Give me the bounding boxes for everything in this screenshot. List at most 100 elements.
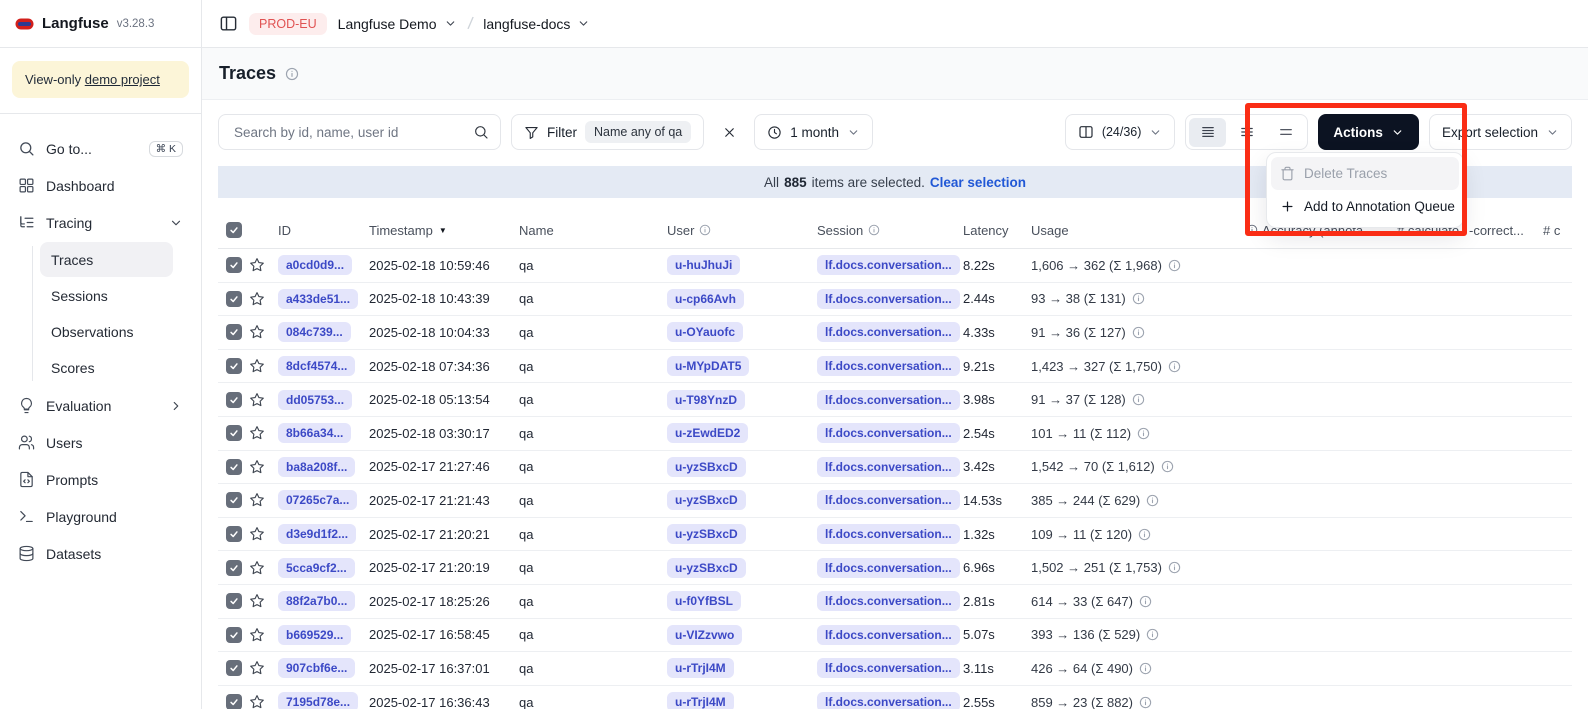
user-badge[interactable]: u-huJhuJi xyxy=(667,255,740,275)
menu-item-add-to-annotation-queue[interactable]: Add to Annotation Queue xyxy=(1271,190,1459,223)
col-header-usage[interactable]: Usage xyxy=(1031,223,1246,238)
col-header-timestamp[interactable]: Timestamp▼ xyxy=(369,223,519,238)
trace-id-badge[interactable]: 5cca9cf2... xyxy=(278,558,355,578)
trace-id-badge[interactable]: 07265c7a... xyxy=(278,490,357,510)
trace-id-badge[interactable]: a0cd0d9... xyxy=(278,255,352,275)
session-badge[interactable]: lf.docs.conversation... xyxy=(817,423,960,443)
row-checkbox[interactable] xyxy=(226,694,242,709)
menu-item-delete-traces[interactable]: Delete Traces xyxy=(1271,157,1459,190)
col-header-correct[interactable]: -correct... xyxy=(1469,223,1543,238)
row-checkbox[interactable] xyxy=(226,627,242,643)
trace-id-badge[interactable]: ba8a208f... xyxy=(278,457,355,477)
row-checkbox[interactable] xyxy=(226,425,242,441)
session-badge[interactable]: lf.docs.conversation... xyxy=(817,289,960,309)
project-selector[interactable]: langfuse-docs xyxy=(483,16,590,32)
col-header-session[interactable]: Session xyxy=(817,223,963,238)
session-badge[interactable]: lf.docs.conversation... xyxy=(817,322,960,342)
star-icon[interactable] xyxy=(249,425,265,441)
row-checkbox[interactable] xyxy=(226,492,242,508)
session-badge[interactable]: lf.docs.conversation... xyxy=(817,625,960,645)
row-checkbox[interactable] xyxy=(226,593,242,609)
star-icon[interactable] xyxy=(249,694,265,709)
sidebar-toggle-icon[interactable] xyxy=(219,14,238,33)
row-height-medium-button[interactable] xyxy=(1228,118,1265,147)
star-icon[interactable] xyxy=(249,492,265,508)
trace-id-badge[interactable]: a433de51... xyxy=(278,289,358,309)
table-row[interactable]: ba8a208f... 2025-02-17 21:27:46 qa u-yzS… xyxy=(218,451,1572,485)
star-icon[interactable] xyxy=(249,257,265,273)
table-row[interactable]: 907cbf6e... 2025-02-17 16:37:01 qa u-rTr… xyxy=(218,652,1572,686)
sidebar-item-prompts[interactable]: Prompts xyxy=(10,461,191,498)
table-row[interactable]: 8b66a34... 2025-02-18 03:30:17 qa u-zEwd… xyxy=(218,417,1572,451)
table-row[interactable]: 7195d78e... 2025-02-17 16:36:43 qa u-rTr… xyxy=(218,686,1572,709)
star-icon[interactable] xyxy=(249,593,265,609)
trace-id-badge[interactable]: 88f2a7b0... xyxy=(278,591,355,611)
star-icon[interactable] xyxy=(249,459,265,475)
clear-filter-button[interactable] xyxy=(714,114,744,150)
session-badge[interactable]: lf.docs.conversation... xyxy=(817,591,960,611)
table-row[interactable]: d3e9d1f2... 2025-02-17 21:20:21 qa u-yzS… xyxy=(218,518,1572,552)
user-badge[interactable]: u-yzSBxcD xyxy=(667,457,746,477)
trace-id-badge[interactable]: 907cbf6e... xyxy=(278,658,355,678)
search-icon[interactable] xyxy=(473,124,489,140)
table-row[interactable]: b669529... 2025-02-17 16:58:45 qa u-VIZz… xyxy=(218,619,1572,653)
row-checkbox[interactable] xyxy=(226,358,242,374)
col-header-latency[interactable]: Latency xyxy=(963,223,1031,238)
sidebar-item-users[interactable]: Users xyxy=(10,424,191,461)
user-badge[interactable]: u-yzSBxcD xyxy=(667,490,746,510)
col-header-user[interactable]: User xyxy=(667,223,817,238)
session-badge[interactable]: lf.docs.conversation... xyxy=(817,490,960,510)
session-badge[interactable]: lf.docs.conversation... xyxy=(817,692,960,709)
user-badge[interactable]: u-rTrjI4M xyxy=(667,692,734,709)
row-checkbox[interactable] xyxy=(226,660,242,676)
table-row[interactable]: a0cd0d9... 2025-02-18 10:59:46 qa u-huJh… xyxy=(218,249,1572,283)
user-badge[interactable]: u-OYauofc xyxy=(667,322,743,342)
table-row[interactable]: 07265c7a... 2025-02-17 21:21:43 qa u-yzS… xyxy=(218,484,1572,518)
select-all-checkbox[interactable] xyxy=(226,222,242,238)
sidebar-item-traces[interactable]: Traces xyxy=(40,242,173,277)
session-badge[interactable]: lf.docs.conversation... xyxy=(817,524,960,544)
org-selector[interactable]: Langfuse Demo xyxy=(338,16,457,32)
columns-button[interactable]: (24/36) xyxy=(1065,114,1176,150)
trace-id-badge[interactable]: 084c739... xyxy=(278,322,351,342)
clear-selection-link[interactable]: Clear selection xyxy=(930,175,1026,190)
col-header-extra[interactable]: # c xyxy=(1543,223,1572,238)
table-row[interactable]: 5cca9cf2... 2025-02-17 21:20:19 qa u-yzS… xyxy=(218,551,1572,585)
star-icon[interactable] xyxy=(249,660,265,676)
trace-id-badge[interactable]: 8dcf4574... xyxy=(278,356,355,376)
trace-id-badge[interactable]: d3e9d1f2... xyxy=(278,524,356,544)
row-height-tall-button[interactable] xyxy=(1267,118,1304,147)
export-selection-button[interactable]: Export selection xyxy=(1429,114,1572,150)
table-row[interactable]: 084c739... 2025-02-18 10:04:33 qa u-OYau… xyxy=(218,316,1572,350)
session-badge[interactable]: lf.docs.conversation... xyxy=(817,390,960,410)
row-checkbox[interactable] xyxy=(226,257,242,273)
session-badge[interactable]: lf.docs.conversation... xyxy=(817,356,960,376)
trace-id-badge[interactable]: 7195d78e... xyxy=(278,692,358,709)
demo-project-link[interactable]: demo project xyxy=(85,72,160,87)
session-badge[interactable]: lf.docs.conversation... xyxy=(817,558,960,578)
row-checkbox[interactable] xyxy=(226,526,242,542)
star-icon[interactable] xyxy=(249,358,265,374)
trace-id-badge[interactable]: 8b66a34... xyxy=(278,423,351,443)
filter-button[interactable]: Filter Name any of qa xyxy=(511,114,704,150)
user-badge[interactable]: u-MYpDAT5 xyxy=(667,356,749,376)
table-row[interactable]: a433de51... 2025-02-18 10:43:39 qa u-cp6… xyxy=(218,283,1572,317)
star-icon[interactable] xyxy=(249,526,265,542)
row-checkbox[interactable] xyxy=(226,291,242,307)
goto-button[interactable]: Go to... ⌘ K xyxy=(10,130,191,167)
session-badge[interactable]: lf.docs.conversation... xyxy=(817,658,960,678)
star-icon[interactable] xyxy=(249,392,265,408)
user-badge[interactable]: u-f0YfBSL xyxy=(667,591,741,611)
actions-button[interactable]: Actions xyxy=(1318,114,1419,150)
star-icon[interactable] xyxy=(249,291,265,307)
user-badge[interactable]: u-yzSBxcD xyxy=(667,524,746,544)
star-icon[interactable] xyxy=(249,627,265,643)
star-icon[interactable] xyxy=(249,560,265,576)
user-badge[interactable]: u-rTrjI4M xyxy=(667,658,734,678)
table-row[interactable]: 8dcf4574... 2025-02-18 07:34:36 qa u-MYp… xyxy=(218,350,1572,384)
user-badge[interactable]: u-T98YnzD xyxy=(667,390,745,410)
table-row[interactable]: 88f2a7b0... 2025-02-17 18:25:26 qa u-f0Y… xyxy=(218,585,1572,619)
col-header-id[interactable]: ID xyxy=(278,223,369,238)
sidebar-item-scores[interactable]: Scores xyxy=(40,350,173,385)
sidebar-item-evaluation[interactable]: Evaluation xyxy=(10,387,191,424)
